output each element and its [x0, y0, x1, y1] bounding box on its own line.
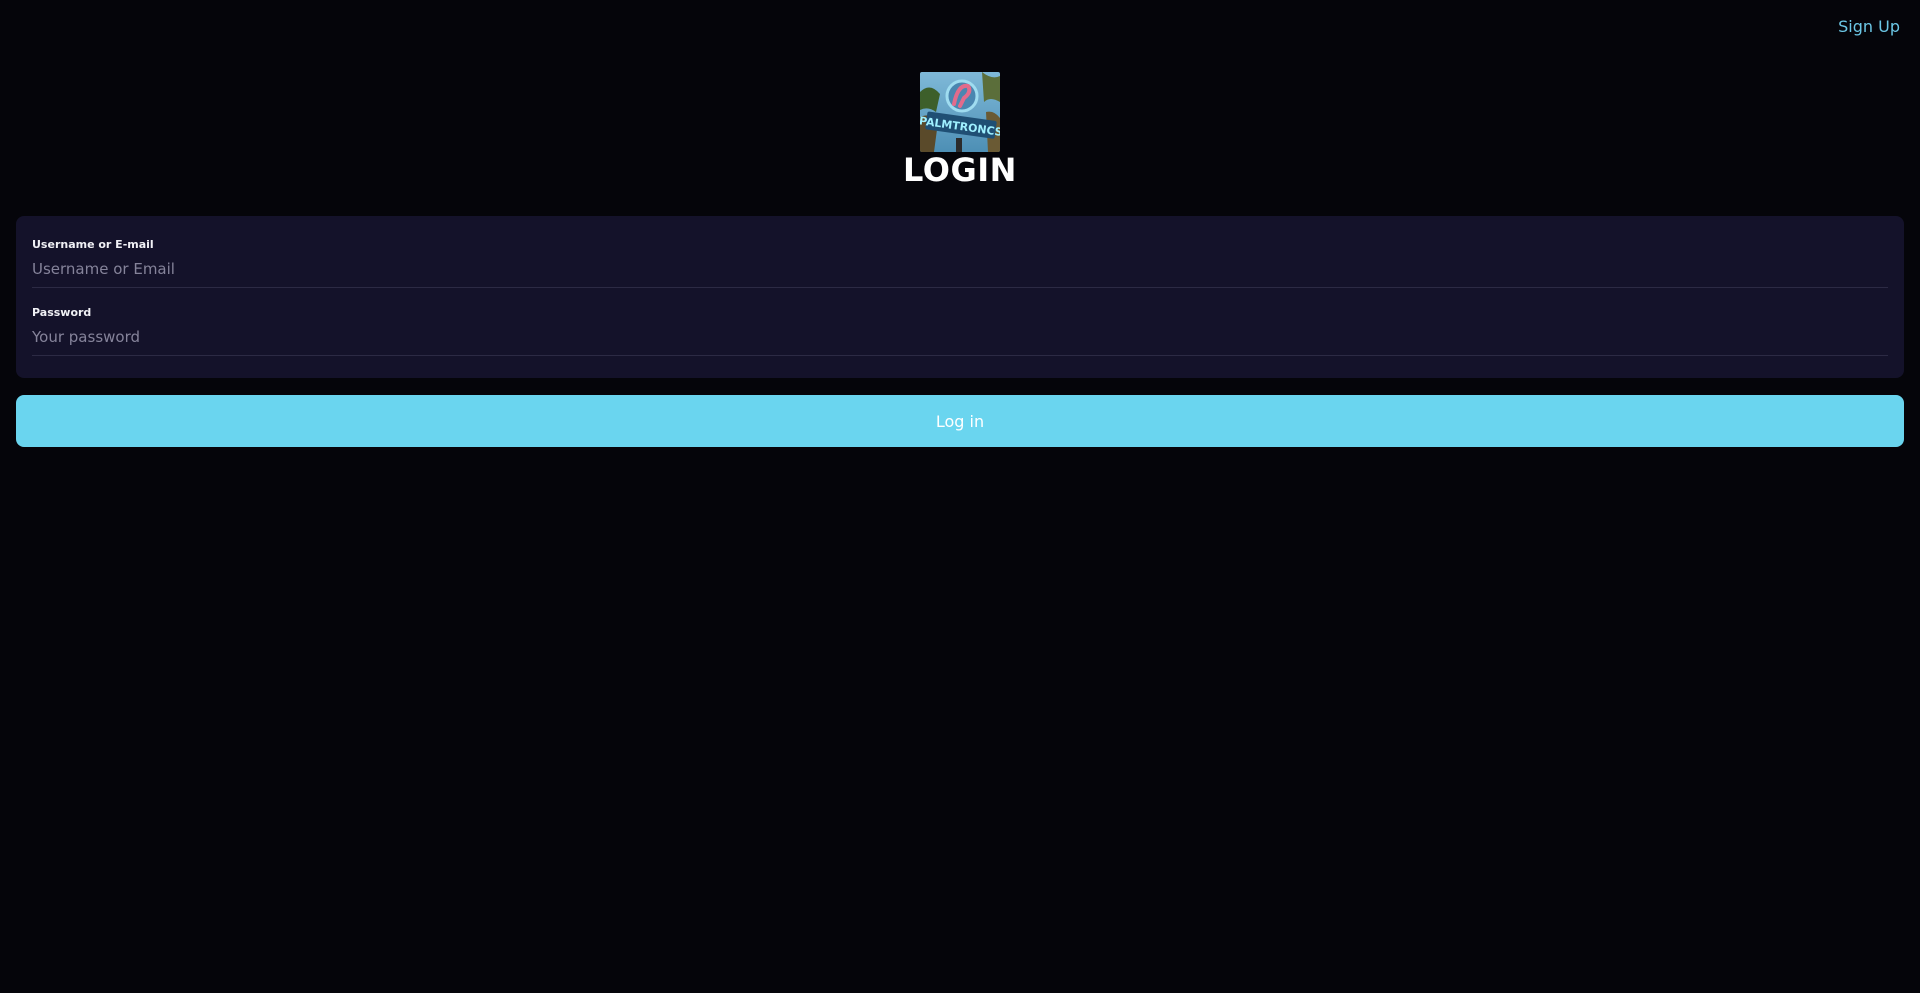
password-field-group: Password: [32, 306, 1888, 356]
login-button[interactable]: Log in: [16, 395, 1904, 447]
palmtronics-logo-icon: PALMTRONCS: [920, 72, 1000, 152]
login-header: PALMTRONCS LOGIN: [0, 72, 1920, 192]
username-field-group: Username or E-mail: [32, 238, 1888, 288]
username-label: Username or E-mail: [32, 238, 154, 251]
password-label: Password: [32, 306, 92, 319]
page-title: LOGIN: [903, 151, 1017, 189]
username-input[interactable]: [32, 258, 1888, 288]
sign-up-link[interactable]: Sign Up: [1838, 17, 1900, 36]
password-input[interactable]: [32, 326, 1888, 356]
top-bar: Sign Up: [0, 0, 1920, 56]
login-form: Username or E-mail Password: [16, 216, 1904, 378]
